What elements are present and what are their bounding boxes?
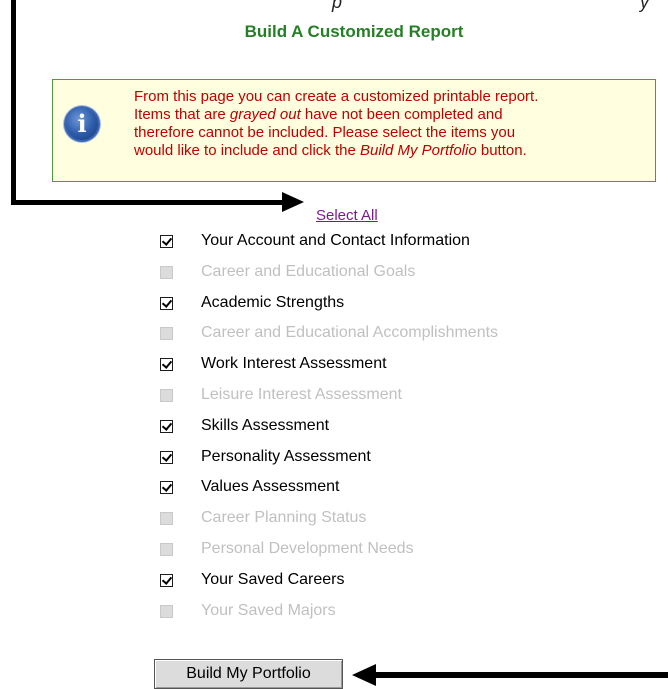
checkbox[interactable] (160, 235, 173, 248)
checkbox (160, 605, 173, 618)
checkbox (160, 327, 173, 340)
list-item[interactable]: Personality Assessment (160, 447, 620, 469)
list-item: Career Planning Status (160, 508, 620, 530)
info-line-3: therefore cannot be included. Please sel… (134, 124, 516, 141)
checkbox[interactable] (160, 451, 173, 464)
checkbox (160, 543, 173, 556)
list-item: Career and Educational Accomplishments (160, 323, 620, 345)
arrow-right-icon (282, 192, 304, 212)
top-text-left: p (332, 0, 343, 12)
top-text-fragment: p y (160, 0, 660, 12)
info-line-1: From this page you can create a customiz… (134, 88, 539, 105)
checkbox[interactable] (160, 574, 173, 587)
list-item: Personal Development Needs (160, 539, 620, 561)
item-label: Your Account and Contact Information (201, 232, 470, 249)
build-my-portfolio-button[interactable]: Build My Portfolio (154, 659, 343, 689)
callout-arrow-vertical (11, 0, 16, 205)
item-label: Personal Development Needs (201, 540, 414, 557)
list-item[interactable]: Your Saved Careers (160, 570, 620, 592)
select-all-link[interactable]: Select All (316, 207, 378, 224)
item-label: Career and Educational Accomplishments (201, 324, 499, 341)
list-item: Your Saved Majors (160, 601, 620, 623)
item-label: Personality Assessment (201, 448, 371, 465)
list-item: Career and Educational Goals (160, 262, 620, 284)
checkbox (160, 389, 173, 402)
info-box: i From this page you can create a custom… (52, 79, 656, 182)
info-text: From this page you can create a customiz… (134, 88, 654, 160)
checkbox (160, 512, 173, 525)
info-icon: i (64, 106, 100, 142)
list-item[interactable]: Your Account and Contact Information (160, 231, 620, 253)
item-label: Career and Educational Goals (201, 263, 416, 280)
item-label: Work Interest Assessment (201, 355, 387, 372)
callout-arrow-horizontal (11, 200, 284, 205)
info-glyph: i (77, 109, 87, 138)
item-label: Career Planning Status (201, 509, 367, 526)
info-line-2: Items that are grayed out have not been … (134, 106, 503, 123)
item-label: Your Saved Careers (201, 571, 345, 588)
item-label: Skills Assessment (201, 417, 330, 434)
info-line-4: would like to include and click the Buil… (134, 142, 527, 159)
checkbox[interactable] (160, 358, 173, 371)
checkbox[interactable] (160, 297, 173, 310)
item-label: Leisure Interest Assessment (201, 386, 402, 403)
list-item[interactable]: Academic Strengths (160, 293, 620, 315)
top-text-right: y (640, 0, 649, 12)
list-item[interactable]: Skills Assessment (160, 416, 620, 438)
checkbox[interactable] (160, 481, 173, 494)
checkbox[interactable] (160, 420, 173, 433)
list-item[interactable]: Work Interest Assessment (160, 354, 620, 376)
list-item: Leisure Interest Assessment (160, 385, 620, 407)
item-label: Your Saved Majors (201, 602, 336, 619)
page-title: Build A Customized Report (244, 22, 464, 41)
checkbox (160, 266, 173, 279)
item-label: Values Assessment (201, 478, 340, 495)
callout-arrow-line (372, 672, 668, 678)
item-label: Academic Strengths (201, 294, 345, 311)
list-item[interactable]: Values Assessment (160, 477, 620, 499)
